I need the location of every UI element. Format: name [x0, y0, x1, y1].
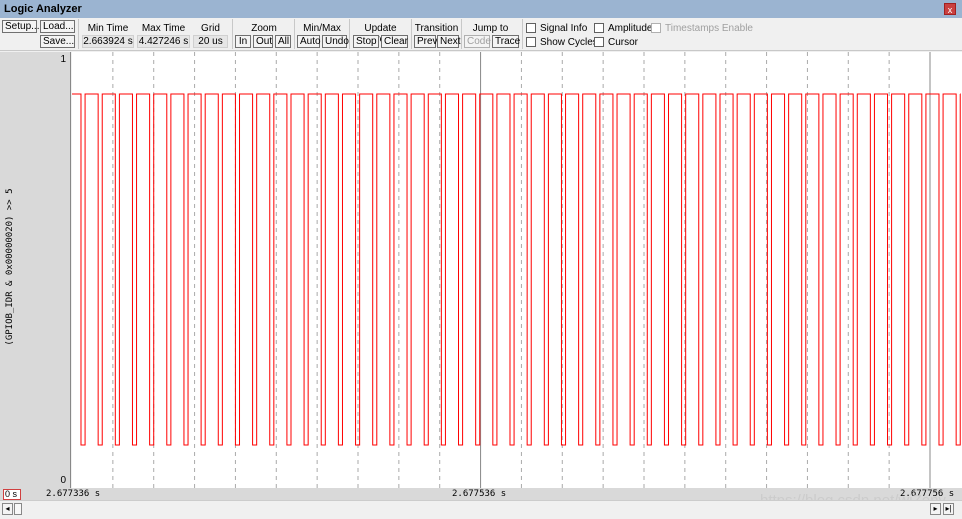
- signal-info-checkbox[interactable]: [526, 23, 536, 33]
- max-time-value: 4.427246 s: [137, 35, 190, 48]
- window-title: Logic Analyzer: [4, 3, 82, 15]
- signal-label-panel: 1 (GPIOB_IDR & 0x00000020) >> 5 0: [0, 52, 71, 488]
- code-button[interactable]: Code: [464, 35, 491, 48]
- signal-name[interactable]: (GPIOB_IDR & 0x00000020) >> 5: [5, 137, 15, 397]
- zoom-in-button[interactable]: In: [235, 35, 251, 48]
- signal-info-label: Signal Info: [540, 23, 588, 34]
- zoom-out-button[interactable]: Out: [253, 35, 273, 48]
- min-time-value: 2.663924 s: [82, 35, 134, 48]
- transition-label: Transition: [414, 23, 459, 34]
- scroll-thumb[interactable]: [14, 503, 22, 515]
- time-label-left: 2.677336 s: [46, 489, 101, 499]
- trace-button[interactable]: Trace: [492, 35, 520, 48]
- scroll-left-icon[interactable]: ◂: [2, 503, 13, 515]
- auto-button[interactable]: Auto: [297, 35, 321, 48]
- setup-button[interactable]: Setup...: [2, 20, 39, 33]
- prev-button[interactable]: Prev: [414, 35, 438, 48]
- cursor-checkbox[interactable]: [594, 37, 604, 47]
- stop-button[interactable]: Stop: [353, 35, 379, 48]
- y-max-label: 1: [60, 54, 66, 65]
- amplitude-label: Amplitude: [608, 23, 653, 34]
- minmax-label: Min/Max: [303, 23, 341, 34]
- waveform-plot[interactable]: [72, 52, 962, 488]
- grid-value: 20 us: [193, 35, 228, 48]
- timestamps-checkbox[interactable]: [651, 23, 661, 33]
- horizontal-scrollbar[interactable]: ◂ ▸ ▸|: [0, 500, 962, 516]
- signal-waveform: [72, 93, 961, 446]
- time-label-center: 2.677536 s: [452, 489, 507, 499]
- jump-to-label: Jump to: [472, 23, 509, 34]
- time-zoom-field[interactable]: 0 s: [3, 489, 21, 500]
- clear-button[interactable]: Clear: [381, 35, 408, 48]
- undo-button[interactable]: Undo: [322, 35, 349, 48]
- cursor-label: Cursor: [608, 37, 639, 48]
- zoom-label: Zoom: [251, 23, 277, 34]
- zoom-all-button[interactable]: All: [275, 35, 291, 48]
- y-min-label: 0: [60, 475, 66, 486]
- grid-label: Grid: [201, 23, 220, 34]
- title-bar: Logic Analyzer x: [0, 0, 962, 18]
- save-button[interactable]: Save...: [40, 35, 75, 48]
- toolbar: Setup... Load... Save... Min Time 2.6639…: [0, 18, 962, 51]
- max-time-label: Max Time: [141, 23, 186, 34]
- load-button[interactable]: Load...: [40, 20, 75, 33]
- show-cycles-checkbox[interactable]: [526, 37, 536, 47]
- timestamps-label: Timestamps Enable: [665, 23, 753, 34]
- amplitude-checkbox[interactable]: [594, 23, 604, 33]
- show-cycles-label: Show Cycles: [540, 37, 598, 48]
- next-button[interactable]: Next: [437, 35, 461, 48]
- min-time-label: Min Time: [87, 23, 129, 34]
- scroll-end-icon[interactable]: ▸|: [943, 503, 954, 515]
- scroll-right-icon[interactable]: ▸: [930, 503, 941, 515]
- close-icon[interactable]: x: [944, 3, 956, 15]
